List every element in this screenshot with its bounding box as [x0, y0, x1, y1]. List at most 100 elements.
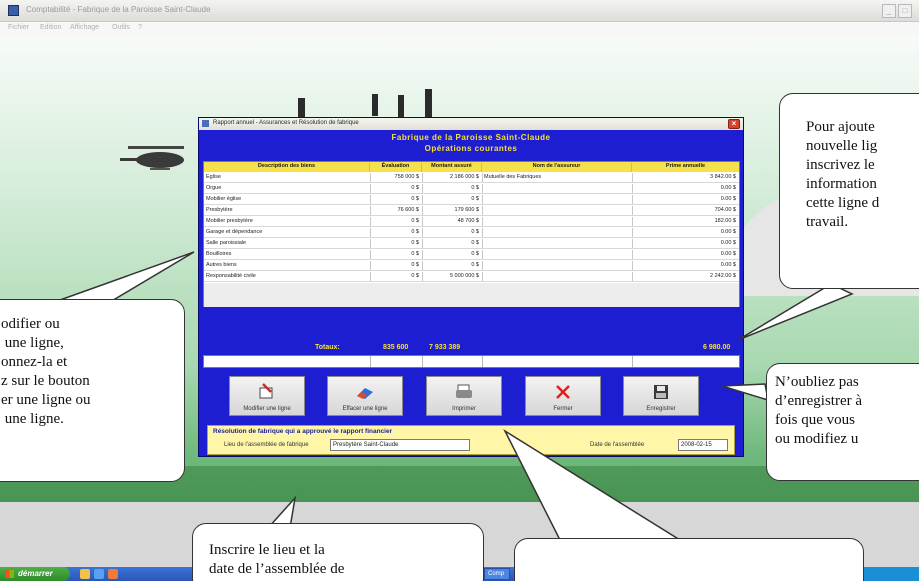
table-cell: 182.00 $ [714, 218, 736, 224]
modify-line-button[interactable]: Modifier une ligne [229, 376, 305, 416]
table-cell: Orgue [206, 185, 222, 191]
save-reminder-text: N’oubliez pas d’enregistrer à fois que v… [775, 374, 863, 447]
table-cell: 0 $ [411, 262, 419, 268]
totals-row: Totaux: 835 600 7 933 389 6 980.00 [203, 344, 740, 354]
table-cell: 179 600 $ [454, 207, 479, 213]
table-cell: 0.00 $ [720, 262, 736, 268]
maximize-button[interactable]: □ [898, 4, 912, 18]
table-cell: 0 $ [411, 251, 419, 257]
column-divider [422, 356, 423, 367]
background-building [398, 95, 404, 119]
table-cell: 0 $ [411, 185, 419, 191]
column-header[interactable]: Évaluation [370, 163, 422, 172]
column-divider [482, 206, 483, 215]
table-row[interactable]: Bouilloires 0 $ 0 $ 0.00 $ [204, 250, 739, 260]
table-cell: 0 $ [411, 240, 419, 246]
start-label: démarrer [18, 569, 53, 578]
new-line-input-row[interactable] [203, 355, 740, 368]
table-cell: 0 $ [411, 229, 419, 235]
table-row[interactable]: Autres biens 0 $ 0 $ 0.00 $ [204, 261, 739, 271]
place-input[interactable]: Presbytère Saint-Claude [330, 439, 470, 451]
table-cell: 0 $ [411, 196, 419, 202]
column-divider [482, 228, 483, 237]
column-header[interactable]: Nom de l'assureur [482, 163, 632, 172]
menu-item[interactable]: Affichage [70, 24, 99, 31]
menubar: Fichier Edition Affichage Outils ? [0, 22, 919, 36]
menu-item[interactable]: Outils [112, 24, 130, 31]
delete-line-button[interactable]: Effacer une ligne [327, 376, 403, 416]
table-cell: 0.00 $ [720, 251, 736, 257]
column-divider [482, 250, 483, 259]
print-label: Imprimer [452, 406, 476, 412]
table-cell: 0 $ [471, 251, 479, 257]
taskbar-item[interactable]: Comp [484, 568, 510, 580]
save-button[interactable]: Enregistrer [623, 376, 699, 416]
total-evaluation: 835 600 [383, 344, 409, 351]
column-header[interactable]: Montant assuré [422, 163, 482, 172]
resolution-title: Résolution de fabrique qui a approuvé le… [213, 428, 393, 435]
table-cell: Responsabilité civile [206, 273, 256, 279]
modify-line-text: odifier ou une ligne, onnez-la et z sur … [1, 316, 91, 427]
table-cell: 2 242.00 $ [710, 273, 736, 279]
place-date-callout: Inscrire le lieu et la date de l’assembl… [192, 523, 484, 581]
table-row[interactable]: Responsabilité civile 0 $ 5 000 000 $ 2 242… [204, 272, 739, 282]
table-cell: 3 842.00 $ [710, 174, 736, 180]
background-building [372, 94, 378, 116]
add-line-text: Pour ajoute nouvelle lig inscrivez le in… [806, 119, 880, 230]
close-button[interactable]: Fermer [525, 376, 601, 416]
column-header[interactable]: Description des biens [204, 163, 370, 172]
start-button[interactable]: démarrer [0, 567, 70, 581]
floppy-disk-icon [654, 385, 668, 399]
folder-icon[interactable] [80, 569, 90, 579]
column-divider [482, 272, 483, 281]
eraser-icon [357, 388, 373, 399]
parish-heading: Fabrique de la Paroisse Saint-Claude [391, 133, 551, 142]
background-building [298, 98, 305, 117]
table-row[interactable]: Mobilier église 0 $ 0 $ 0.00 $ [204, 195, 739, 205]
menu-item[interactable]: ? [138, 24, 142, 31]
browser-icon[interactable] [94, 569, 104, 579]
printer-icon [456, 384, 472, 398]
column-header[interactable]: Prime annuelle [632, 163, 739, 172]
column-divider [482, 195, 483, 204]
minimize-button[interactable]: _ [882, 4, 896, 18]
table-cell: 704.00 $ [714, 207, 736, 213]
table-cell: Mobilier église [206, 196, 242, 202]
column-divider [482, 184, 483, 193]
delete-line-label: Effacer une ligne [342, 406, 388, 412]
media-icon[interactable] [108, 569, 118, 579]
table-cell: 0 $ [471, 185, 479, 191]
close-x-icon [556, 385, 570, 399]
dialog-titlebar: Rapport annuel - Assurances et Résolutio… [199, 118, 743, 130]
helicopter-image [120, 146, 184, 170]
total-prime: 6 980.00 [703, 344, 731, 351]
menu-item[interactable]: Edition [40, 24, 61, 31]
assets-table[interactable]: Description des biens Évaluation Montant… [203, 161, 740, 307]
dialog-close-button[interactable]: × [728, 119, 740, 129]
table-row[interactable]: Orgue 0 $ 0 $ 0.00 $ [204, 184, 739, 194]
total-montant: 7 933 389 [429, 344, 461, 351]
windows-flag-icon [5, 570, 14, 578]
place-label: Lieu de l'assemblée de fabrique [224, 442, 309, 448]
operations-heading: Opérations courantes [424, 144, 518, 153]
totals-label: Totaux: [315, 344, 340, 351]
date-label: Date de l'assemblée [590, 442, 645, 448]
date-input[interactable]: 2008-02-15 [678, 439, 728, 451]
table-row[interactable]: Presbytère 76 600 $ 179 600 $ 704.00 $ [204, 206, 739, 216]
table-row[interactable]: Mobilier presbytère 0 $ 48 700 $ 182.00 $ [204, 217, 739, 227]
background-building [425, 89, 432, 117]
table-cell: Garage et dépendance [206, 229, 263, 235]
table-row[interactable]: Église 758 000 $ 2 186 000 $ Mutuelle des F… [204, 173, 739, 183]
table-cell: 2 186 000 $ [449, 174, 479, 180]
print-button[interactable]: Imprimer [426, 376, 502, 416]
table-row[interactable]: Garage et dépendance 0 $ 0 $ 0.00 $ [204, 228, 739, 238]
table-row[interactable]: Salle paroissiale 0 $ 0 $ 0.00 $ [204, 239, 739, 249]
place-date-text: Inscrire le lieu et la date de l’assembl… [209, 542, 345, 577]
table-cell: 0 $ [411, 273, 419, 279]
print-callout [514, 538, 864, 581]
modify-line-label: Modifier une ligne [243, 406, 291, 412]
table-cell: 48 700 $ [457, 218, 479, 224]
table-cell: 0 $ [471, 229, 479, 235]
menu-item[interactable]: Fichier [8, 24, 29, 31]
column-divider [482, 173, 483, 182]
